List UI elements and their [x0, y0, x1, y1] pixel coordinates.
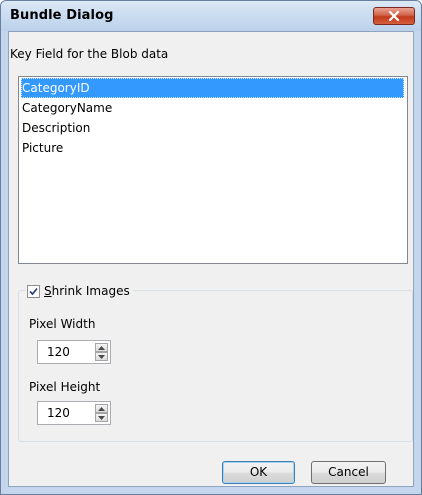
shrink-images-group: Shrink Images Pixel Width 120 Pixel Heig… [18, 282, 413, 442]
window-title: Bundle Dialog [10, 8, 114, 23]
pixel-height-down-button[interactable] [95, 413, 108, 422]
spin-down-icon [98, 354, 105, 359]
list-item[interactable]: Description [21, 118, 404, 138]
ok-button[interactable]: OK [222, 461, 295, 484]
title-bar[interactable]: Bundle Dialog [1, 1, 421, 31]
key-field-listbox[interactable]: CategoryID CategoryName Description Pict… [18, 76, 408, 264]
cancel-button[interactable]: Cancel [311, 461, 386, 484]
dialog-body: Key Field for the Blob data CategoryID C… [8, 31, 414, 487]
close-button[interactable] [373, 7, 415, 25]
shrink-images-toggle[interactable]: Shrink Images [26, 282, 133, 300]
spin-down-icon [98, 415, 105, 420]
spin-up-icon [98, 406, 105, 411]
pixel-height-value: 120 [47, 406, 70, 420]
bundle-dialog-window: Bundle Dialog Key Field for the Blob dat… [0, 0, 422, 495]
pixel-width-label: Pixel Width [29, 317, 96, 331]
pixel-height-label: Pixel Height [29, 380, 101, 394]
key-field-label: Key Field for the Blob data [10, 47, 169, 61]
spin-up-icon [98, 345, 105, 350]
list-item[interactable]: CategoryName [21, 98, 404, 118]
pixel-height-up-button[interactable] [95, 404, 108, 413]
shrink-images-label: Shrink Images [44, 284, 130, 298]
list-item[interactable]: CategoryID [21, 78, 404, 98]
pixel-width-value: 120 [47, 345, 70, 359]
check-icon [29, 287, 38, 295]
close-icon [388, 11, 400, 21]
shrink-images-checkbox[interactable] [27, 284, 40, 298]
pixel-width-spinbox[interactable]: 120 [37, 340, 111, 364]
pixel-width-up-button[interactable] [95, 343, 108, 352]
pixel-width-down-button[interactable] [95, 352, 108, 361]
list-item[interactable]: Picture [21, 138, 404, 158]
pixel-height-spinbox[interactable]: 120 [37, 401, 111, 425]
